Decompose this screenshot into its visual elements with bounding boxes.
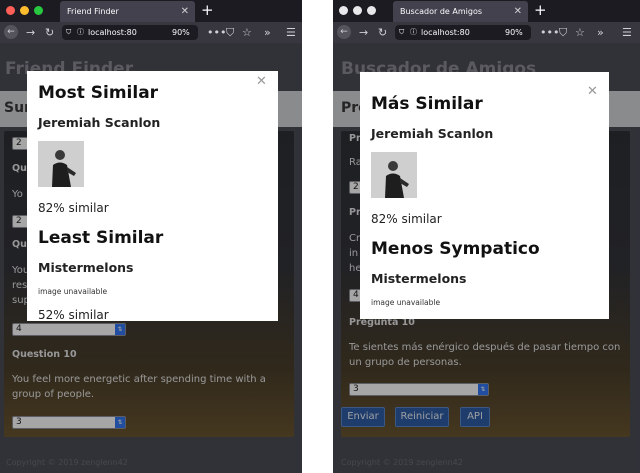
zoom-level[interactable]: 90%: [172, 25, 190, 40]
browser-window-english: Friend Finder ✕ + ← → ↻ ⛉ ⓘ localhost:80…: [0, 0, 302, 473]
overflow-icon[interactable]: »: [264, 22, 271, 43]
close-window-button[interactable]: [339, 6, 348, 15]
zoom-window-button[interactable]: [34, 6, 43, 15]
window-controls: [6, 6, 43, 15]
info-icon: ⓘ: [410, 28, 417, 36]
page-actions-icon[interactable]: •••: [540, 22, 559, 43]
forward-icon[interactable]: →: [26, 22, 35, 43]
shield-icon: ⛉: [399, 28, 405, 36]
reload-icon[interactable]: ↻: [45, 22, 54, 43]
least-similar-image-placeholder: image unavailable: [38, 287, 108, 296]
least-similar-name: Mistermelons: [371, 271, 467, 286]
window-controls: [339, 6, 376, 15]
tab-title: Friend Finder: [67, 7, 119, 16]
close-window-button[interactable]: [6, 6, 15, 15]
pocket-icon[interactable]: ⛉: [559, 22, 567, 43]
zoom-level[interactable]: 90%: [505, 25, 523, 40]
nav-bar: ← → ↻ ⛉ ⓘ localhost:80 90% ••• ⛉ ☆ » ☰: [0, 22, 302, 43]
tab-title: Buscador de Amigos: [400, 7, 483, 16]
close-tab-icon[interactable]: ✕: [181, 1, 189, 22]
least-similar-heading: Least Similar: [38, 228, 164, 248]
close-tab-icon[interactable]: ✕: [514, 1, 522, 22]
tab-bar: Buscador de Amigos ✕ +: [333, 0, 640, 22]
info-icon: ⓘ: [77, 28, 84, 36]
shield-icon: ⛉: [66, 28, 72, 36]
most-similar-photo: [371, 152, 417, 198]
most-similar-percent: 82% similar: [371, 212, 442, 226]
reload-icon[interactable]: ↻: [378, 22, 387, 43]
url-bar[interactable]: ⛉ ⓘ localhost:80 90%: [62, 25, 198, 40]
close-icon[interactable]: ✕: [587, 85, 598, 98]
forward-icon[interactable]: →: [359, 22, 368, 43]
overflow-icon[interactable]: »: [597, 22, 604, 43]
page-actions-icon[interactable]: •••: [207, 22, 226, 43]
most-similar-name: Jeremiah Scanlon: [38, 115, 161, 130]
most-similar-name: Jeremiah Scanlon: [371, 126, 494, 141]
most-similar-heading: Más Similar: [371, 94, 483, 114]
close-icon[interactable]: ✕: [256, 75, 267, 88]
menu-icon[interactable]: ☰: [286, 22, 296, 43]
new-tab-icon[interactable]: +: [534, 1, 547, 20]
tab-friend-finder[interactable]: Friend Finder ✕: [60, 1, 195, 22]
tab-buscador-de-amigos[interactable]: Buscador de Amigos ✕: [393, 1, 528, 22]
menu-icon[interactable]: ☰: [622, 22, 632, 43]
url-text[interactable]: localhost:80: [88, 25, 137, 40]
most-similar-photo: [38, 141, 84, 187]
minimize-window-button[interactable]: [20, 6, 29, 15]
least-similar-image-placeholder: image unavailable: [371, 298, 441, 307]
new-tab-icon[interactable]: +: [201, 1, 214, 20]
back-icon[interactable]: ←: [4, 25, 18, 39]
browser-window-spanish: Buscador de Amigos ✕ + ← → ↻ ⛉ ⓘ localho…: [333, 0, 640, 473]
match-modal: ✕ Más Similar Jeremiah Scanlon 82% simil…: [360, 72, 609, 319]
zoom-window-button[interactable]: [367, 6, 376, 15]
nav-bar: ← → ↻ ⛉ ⓘ localhost:80 90% ••• ⛉ ☆ » ☰: [333, 22, 640, 43]
tab-bar: Friend Finder ✕ +: [0, 0, 302, 22]
bookmark-star-icon[interactable]: ☆: [242, 22, 252, 43]
back-icon[interactable]: ←: [337, 25, 351, 39]
match-modal: ✕ Most Similar Jeremiah Scanlon 82% simi…: [27, 71, 278, 321]
most-similar-heading: Most Similar: [38, 83, 159, 103]
url-text[interactable]: localhost:80: [421, 25, 470, 40]
least-similar-heading: Menos Sympatico: [371, 239, 540, 259]
minimize-window-button[interactable]: [353, 6, 362, 15]
most-similar-percent: 82% similar: [38, 201, 109, 215]
bookmark-star-icon[interactable]: ☆: [575, 22, 585, 43]
pocket-icon[interactable]: ⛉: [226, 22, 234, 43]
least-similar-percent: 52% similar: [38, 308, 109, 321]
url-bar[interactable]: ⛉ ⓘ localhost:80 90%: [395, 25, 531, 40]
least-similar-name: Mistermelons: [38, 260, 134, 275]
